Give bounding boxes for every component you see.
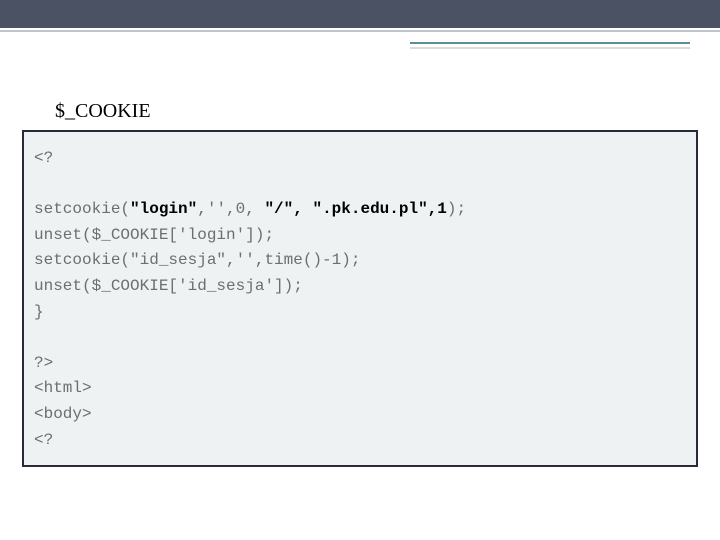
code-line: unset($_COOKIE['id_sesja']); [34,277,303,295]
code-block: <? setcookie("login",'',0, "/", ".pk.edu… [22,130,698,467]
code-line: <body> [34,405,92,423]
slide-title: $_COOKIE [55,100,151,123]
divider-top [0,30,720,32]
code-line: setcookie("id_sesja",'',time()-1); [34,251,360,269]
code-line: ?> [34,354,53,372]
code-line: unset($_COOKIE['login']); [34,226,274,244]
header-bar [0,0,720,28]
code-line: <html> [34,379,92,397]
code-line: } [34,303,44,321]
divider-accent [410,42,690,44]
divider-accent-light [410,47,690,49]
code-line: <? [34,149,53,167]
code-line: <? [34,431,53,449]
code-line: setcookie("login",'',0, "/", ".pk.edu.pl… [34,200,466,218]
